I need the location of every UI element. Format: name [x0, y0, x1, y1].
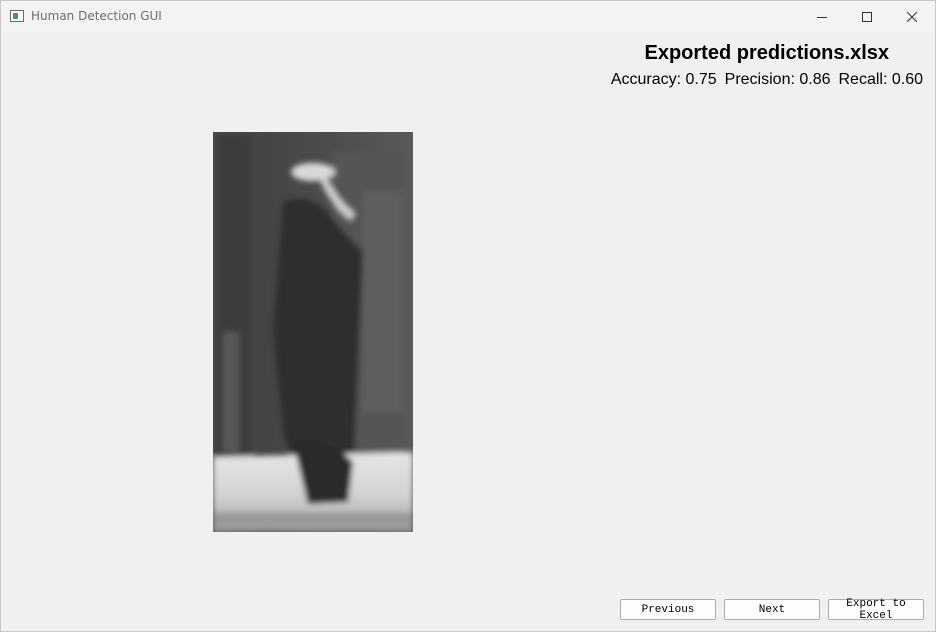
title-bar[interactable]: Human Detection GUI: [1, 1, 935, 32]
close-icon: [907, 11, 917, 22]
recall-label: Recall: 0.60: [838, 71, 924, 88]
window-title: Human Detection GUI: [31, 9, 162, 23]
accuracy-label: Accuracy: 0.75: [610, 71, 717, 88]
export-status-heading: Exported predictions.xlsx: [644, 42, 889, 64]
minimize-button[interactable]: [799, 1, 845, 32]
close-button[interactable]: [889, 1, 935, 32]
app-icon: [10, 10, 24, 22]
next-button[interactable]: Next: [724, 599, 820, 620]
maximize-button[interactable]: [844, 1, 890, 32]
previous-button[interactable]: Previous: [620, 599, 716, 620]
metrics-line: Accuracy: 0.75 Precision: 0.86 Recall: 0.6…: [611, 71, 923, 89]
app-window: Human Detection GUI Exported predictions…: [0, 0, 936, 632]
precision-label: Precision: 0.86: [724, 71, 831, 88]
minimize-icon: [817, 16, 827, 18]
detection-preview-image: [213, 132, 413, 532]
export-to-excel-button[interactable]: Export to Excel: [828, 598, 924, 622]
maximize-icon: [862, 11, 872, 22]
grayscale-pedestrian-image: [213, 132, 413, 532]
